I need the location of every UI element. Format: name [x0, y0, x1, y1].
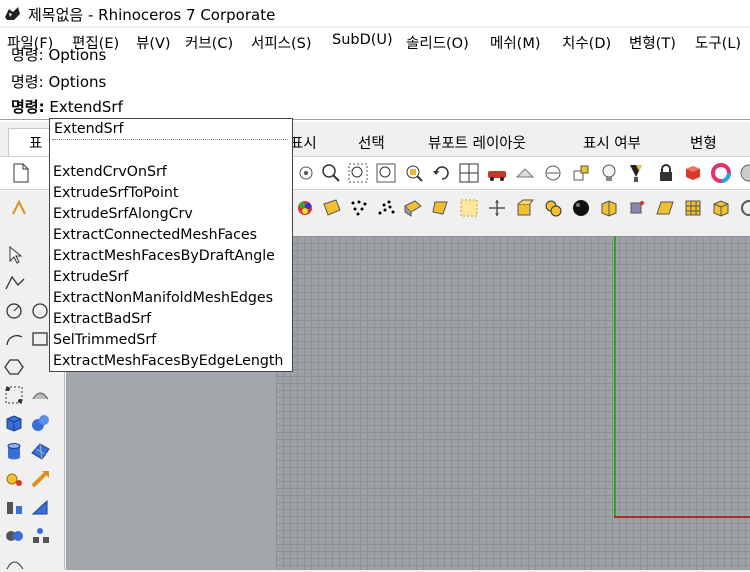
menu-view[interactable]: 뷰(V)	[136, 32, 171, 53]
command-prompt[interactable]: 명령: ExtendSrf	[0, 93, 750, 120]
sphere-icon[interactable]	[570, 197, 592, 219]
command-autocomplete-list[interactable]: ExtendSrf ExtendCrvOnSrf ExtrudeSrfToPoi…	[49, 118, 293, 372]
solid-sphere-icon[interactable]	[30, 412, 52, 434]
undo-view-icon[interactable]	[431, 162, 453, 184]
new-file-icon[interactable]	[10, 162, 32, 184]
rotate-view-icon[interactable]	[295, 162, 317, 184]
menu-tools[interactable]: 도구(L)	[695, 32, 741, 53]
settings-icon[interactable]	[738, 197, 750, 219]
title-bar: 제목없음 - Rhinoceros 7 Corporate	[0, 0, 750, 26]
arc-icon[interactable]	[4, 328, 26, 350]
spotlight-icon[interactable]	[625, 162, 647, 184]
tab-visibility[interactable]: 표시 여부	[583, 132, 641, 153]
autocomplete-item[interactable]: ExtrudeSrfAlongCrv	[53, 204, 193, 225]
autocomplete-item[interactable]: ExtractBadSrf	[53, 309, 151, 330]
command-input[interactable]: ExtendSrf	[49, 98, 122, 116]
cylinder-icon[interactable]	[4, 440, 26, 462]
render-sphere-icon[interactable]	[738, 162, 750, 184]
polygon-icon[interactable]	[4, 356, 26, 378]
autocomplete-item[interactable]: ExtractNonManifoldMeshEdges	[53, 288, 273, 309]
transform-gear-icon[interactable]	[4, 468, 26, 490]
dimension-icon[interactable]	[4, 550, 26, 572]
menu-subd[interactable]: SubD(U)	[332, 32, 393, 48]
hatch-icon[interactable]	[458, 197, 480, 219]
move-icon[interactable]	[486, 197, 508, 219]
cage-edit-icon[interactable]	[626, 197, 648, 219]
circle-icon[interactable]	[4, 300, 26, 322]
lock-icon[interactable]	[655, 162, 677, 184]
tab-select[interactable]: 선택	[358, 132, 385, 153]
zoom-icon[interactable]	[320, 162, 342, 184]
tab-standard-label[interactable]: 표	[29, 132, 42, 153]
boolean-icon[interactable]	[542, 197, 564, 219]
autocomplete-item[interactable]: SelTrimmedSrf	[53, 330, 156, 351]
blend-curve-icon[interactable]	[30, 384, 52, 406]
construction-grid	[276, 236, 750, 570]
gumball-icon[interactable]	[514, 197, 536, 219]
block-icon[interactable]	[30, 524, 52, 546]
group-icon[interactable]	[4, 524, 26, 546]
command-prompt-label: 명령:	[11, 98, 45, 116]
autocomplete-item[interactable]: ExtendCrvOnSrf	[53, 162, 167, 183]
zoom-extents-icon[interactable]	[375, 162, 397, 184]
menu-mesh[interactable]: 메쉬(M)	[490, 32, 541, 53]
surface-grid-icon[interactable]	[682, 197, 704, 219]
box-icon[interactable]	[710, 197, 732, 219]
autocomplete-item[interactable]: ExtrudeSrfToPoint	[53, 183, 178, 204]
surface-from-curves-icon[interactable]	[430, 197, 452, 219]
curve-edit-icon[interactable]	[4, 384, 26, 406]
named-view-icon[interactable]	[514, 162, 536, 184]
four-viewports-icon[interactable]	[458, 162, 480, 184]
pan-car-icon[interactable]	[486, 162, 508, 184]
autocomplete-item[interactable]: ExtrudeSrf	[53, 267, 128, 288]
tab-transform[interactable]: 변형	[690, 132, 717, 153]
extrude-surface-icon[interactable]	[402, 197, 424, 219]
menu-dimension[interactable]: 치수(D)	[562, 32, 611, 53]
osnap-icon[interactable]	[570, 162, 592, 184]
extend-arrow-icon[interactable]	[30, 468, 52, 490]
window-title: 제목없음 - Rhinoceros 7 Corporate	[28, 6, 276, 24]
menu-solid[interactable]: 솔리드(O)	[406, 32, 469, 53]
menu-curve[interactable]: 커브(C)	[185, 32, 233, 53]
mirror-icon[interactable]	[30, 496, 52, 518]
cplane-icon[interactable]	[542, 162, 564, 184]
tab-viewport-layout[interactable]: 뷰포트 레이아웃	[428, 132, 526, 153]
rhino-logo-icon	[4, 5, 21, 22]
box-edit-icon[interactable]	[598, 197, 620, 219]
command-history-line: 명령: Options	[11, 73, 107, 91]
command-history-line: 명령: Options	[11, 46, 107, 64]
y-axis-line	[614, 236, 616, 517]
align-icon[interactable]	[4, 496, 26, 518]
x-axis-line	[614, 516, 750, 518]
menu-transform[interactable]: 변형(T)	[629, 32, 676, 53]
light-icon[interactable]	[598, 162, 620, 184]
mesh-icon[interactable]	[30, 440, 52, 462]
tab-display[interactable]: 표시	[290, 132, 317, 153]
autocomplete-typed-text[interactable]: ExtendSrf	[52, 121, 288, 140]
autocomplete-item[interactable]: ExtractConnectedMeshFaces	[53, 225, 257, 246]
zoom-window-icon[interactable]	[347, 162, 369, 184]
zoom-selected-icon[interactable]	[403, 162, 425, 184]
menu-surface[interactable]: 서피스(S)	[251, 32, 312, 53]
autocomplete-item[interactable]: ExtractMeshFacesByEdgeLength	[53, 351, 283, 372]
polyline-icon[interactable]	[4, 272, 26, 294]
solid-box-icon[interactable]	[4, 412, 26, 434]
menu-bar: 파일(F) 편집(E) 뷰(V) 커브(C) 서피스(S) SubD(U) 솔리…	[0, 28, 750, 52]
color-wheel-icon[interactable]	[710, 162, 732, 184]
command-area: 명령: Options 명령: Options 명령: ExtendSrf	[0, 46, 750, 122]
color-sphere-icon[interactable]	[294, 197, 316, 219]
autocomplete-item[interactable]: ExtractMeshFacesByDraftAngle	[53, 246, 275, 267]
material-icon[interactable]	[682, 162, 704, 184]
plane-icon[interactable]	[654, 197, 676, 219]
surface-icon[interactable]	[321, 197, 343, 219]
select-arrow-icon[interactable]	[4, 244, 26, 266]
points-grid-icon[interactable]	[375, 197, 397, 219]
point-cloud-icon[interactable]	[348, 197, 370, 219]
snap-point-icon[interactable]	[8, 197, 30, 219]
